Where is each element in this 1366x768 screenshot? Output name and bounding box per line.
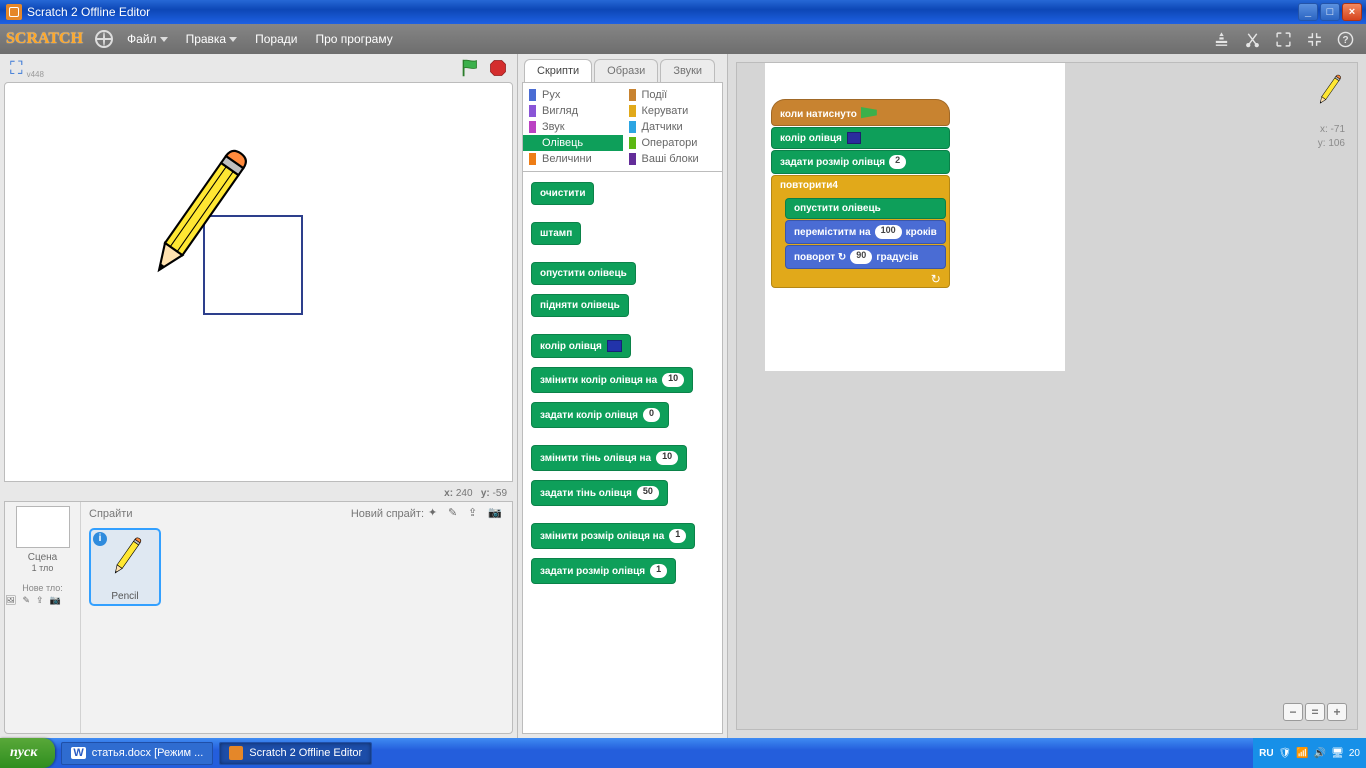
blk-repeat[interactable]: повторити4 опустити олівець переміститм … (771, 175, 950, 288)
cat-pen[interactable]: Олівець (523, 135, 623, 151)
script-stack[interactable]: коли натиснуто колір олівця задати розмі… (771, 99, 950, 288)
tray-network-icon[interactable]: 📶 (1296, 748, 1308, 759)
blk-set-pen-color[interactable]: колір олівця (771, 127, 950, 149)
tray-volume-icon[interactable]: 🔊 (1314, 748, 1326, 759)
blk-when-flag-clicked[interactable]: коли натиснуто (771, 99, 950, 126)
cat-events[interactable]: Події (623, 87, 723, 103)
stop-button[interactable] (489, 59, 507, 77)
window-title: Scratch 2 Offline Editor (27, 5, 1296, 19)
stage-fullscreen-icon[interactable]: ⛶ (10, 58, 23, 79)
cat-control[interactable]: Керувати (623, 103, 723, 119)
svg-text:?: ? (1342, 35, 1348, 46)
grow-tool-icon[interactable] (1275, 31, 1292, 48)
menu-file[interactable]: Файл (127, 32, 168, 46)
scissors-tool-icon[interactable] (1244, 31, 1261, 48)
scratch-logo: SCRATCH (6, 30, 83, 48)
tab-costumes[interactable]: Образи (594, 59, 658, 82)
new-backdrop-label: Нове тло: (5, 583, 80, 593)
zoom-out-button[interactable]: − (1283, 703, 1303, 721)
blk-pendown[interactable]: опустити олівець (531, 262, 636, 285)
scratch-menubar: SCRATCH Файл Правка Поради Про програму … (0, 24, 1366, 54)
tray-shield-icon[interactable]: 🛡 (1279, 748, 1292, 759)
blk-setsize[interactable]: задати розмір олівця1 (531, 558, 676, 584)
sprite-upload-icon[interactable]: ⇪ (468, 506, 484, 522)
menu-tips[interactable]: Поради (255, 32, 297, 46)
stage[interactable] (4, 82, 513, 482)
cat-more[interactable]: Ваші блоки (623, 151, 723, 167)
language-globe-icon[interactable] (95, 30, 113, 48)
taskbar-item-word[interactable]: W статья.docx [Режим ... (61, 742, 213, 765)
taskbar: пуск W статья.docx [Режим ... Scratch 2 … (0, 738, 1366, 768)
sprite-camera-icon[interactable]: 📷 (488, 506, 504, 522)
blk-clear[interactable]: очистити (531, 182, 594, 205)
stage-mouse-coords: x: 240 y: -59 (0, 486, 517, 501)
sprites-header: Спрайти (89, 508, 132, 520)
tray-language[interactable]: RU (1259, 748, 1273, 759)
pencil-sprite-thumb (105, 534, 145, 584)
sprite-xy-readout: x: -71 y: 106 (1318, 123, 1345, 151)
block-palette: очистити штамп опустити олівець підняти … (522, 171, 723, 734)
new-sprite-label: Новий спрайт: (351, 508, 424, 520)
stage-thumbnail[interactable] (16, 506, 70, 548)
tray-clock: 20 (1349, 748, 1360, 759)
block-category-grid: Рух Події Вигляд Керувати Звук Датчики О… (522, 82, 723, 171)
pencil-sprite-on-stage[interactable] (127, 138, 257, 308)
blk-changesize[interactable]: змінити розмір олівця на1 (531, 523, 695, 549)
app-icon (6, 4, 22, 20)
cat-data[interactable]: Величини (523, 151, 623, 167)
blk-stamp[interactable]: штамп (531, 222, 581, 245)
stage-thumb-label: Сцена (5, 552, 80, 563)
backdrop-camera-icon[interactable]: 📷 (50, 595, 61, 606)
blk-changecolor[interactable]: змінити колір олівця на10 (531, 367, 693, 393)
tab-scripts[interactable]: Скрипти (524, 59, 592, 82)
blk-pencolor[interactable]: колір олівця (531, 334, 631, 358)
cat-sensing[interactable]: Датчики (623, 119, 723, 135)
sprite-from-library-icon[interactable]: ✦ (428, 506, 444, 522)
help-tool-icon[interactable]: ? (1337, 31, 1354, 48)
cat-operators[interactable]: Оператори (623, 135, 723, 151)
blk-setcolor[interactable]: задати колір олівця0 (531, 402, 669, 428)
blk-move-steps[interactable]: переміститм на100кроків (785, 220, 946, 244)
backdrop-paint-icon[interactable]: ✎ (22, 595, 30, 606)
blk-turn-degrees[interactable]: поворот ↻90градусів (785, 245, 946, 269)
stamp-tool-icon[interactable] (1213, 31, 1230, 48)
blk-pen-down-inner[interactable]: опустити олівець (785, 198, 946, 219)
window-titlebar: Scratch 2 Offline Editor _ □ × (0, 0, 1366, 24)
backdrop-upload-icon[interactable]: ⇪ (36, 595, 44, 606)
sprite-tile-pencil[interactable]: i Pencil (89, 528, 161, 606)
green-flag-button[interactable] (459, 57, 481, 79)
stage-version-label: v448 (27, 70, 44, 79)
tray-monitor-icon[interactable]: 🖥 (1331, 748, 1344, 759)
menu-edit[interactable]: Правка (186, 32, 238, 46)
tab-sounds[interactable]: Звуки (660, 59, 715, 82)
zoom-in-button[interactable]: + (1327, 703, 1347, 721)
cat-sound[interactable]: Звук (523, 119, 623, 135)
cat-motion[interactable]: Рух (523, 87, 623, 103)
menu-about[interactable]: Про програму (315, 32, 392, 46)
sprite-info-button[interactable]: i (93, 532, 107, 546)
stage-backdrop-count: 1 тло (5, 563, 80, 573)
window-maximize-button[interactable]: □ (1320, 3, 1340, 21)
shrink-tool-icon[interactable] (1306, 31, 1323, 48)
sprite-tile-name: Pencil (91, 591, 159, 602)
blk-penup[interactable]: підняти олівець (531, 294, 629, 317)
blk-set-pen-size[interactable]: задати розмір олівця2 (771, 150, 950, 174)
system-tray[interactable]: RU 🛡 📶 🔊 🖥 20 (1253, 738, 1366, 768)
start-button[interactable]: пуск (0, 738, 55, 768)
blk-changeshade[interactable]: змінити тінь олівця на10 (531, 445, 687, 471)
current-sprite-icon (1313, 71, 1343, 113)
zoom-reset-button[interactable]: = (1305, 703, 1325, 721)
cat-looks[interactable]: Вигляд (523, 103, 623, 119)
taskbar-item-scratch[interactable]: Scratch 2 Offline Editor (219, 742, 372, 765)
window-minimize-button[interactable]: _ (1298, 3, 1318, 21)
scripts-canvas[interactable]: x: -71 y: 106 коли натиснуто колір олівц… (736, 62, 1358, 730)
backdrop-from-library-icon[interactable]: 🖼 (5, 595, 16, 606)
blk-setshade[interactable]: задати тінь олівця50 (531, 480, 668, 506)
sprite-paint-icon[interactable]: ✎ (448, 506, 464, 522)
window-close-button[interactable]: × (1342, 3, 1362, 21)
